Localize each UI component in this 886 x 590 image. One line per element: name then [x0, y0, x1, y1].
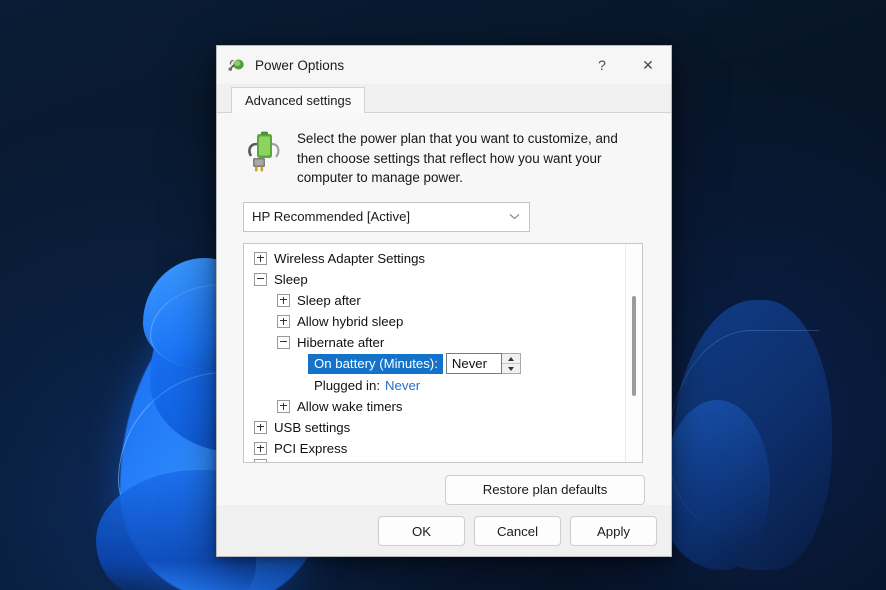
expand-icon[interactable]	[254, 458, 267, 462]
tree-scrollbar-thumb[interactable]	[632, 295, 636, 396]
stepper-down-button[interactable]	[502, 364, 520, 373]
close-icon[interactable]: ✕	[625, 46, 671, 84]
restore-row: Restore plan defaults	[231, 474, 657, 505]
tree-row-label: Processor power management	[274, 459, 454, 462]
wallpaper-ribbon-right-1	[672, 300, 832, 570]
on-battery-value-field[interactable]: Never	[445, 353, 502, 374]
advanced-settings-tree: Wireless Adapter Settings Sleep Sleep af…	[243, 242, 643, 463]
apply-button[interactable]: Apply	[570, 516, 657, 546]
arrow-up-icon	[507, 356, 514, 361]
expand-icon[interactable]	[254, 441, 267, 455]
tree-row-label: Wireless Adapter Settings	[274, 250, 425, 266]
stepper-buttons	[501, 353, 521, 374]
tree-row[interactable]: Allow wake timers	[244, 396, 625, 417]
cancel-button[interactable]: Cancel	[474, 516, 561, 546]
on-battery-stepper[interactable]: Never	[445, 353, 521, 374]
tree-row[interactable]: Wireless Adapter Settings	[244, 248, 625, 269]
plugged-in-setting-row: Plugged in: Never	[244, 375, 625, 396]
ok-button[interactable]: OK	[378, 516, 465, 546]
tab-label: Advanced settings	[245, 93, 352, 108]
restore-plan-defaults-button[interactable]: Restore plan defaults	[445, 474, 645, 505]
tree-row-label: Sleep after	[297, 292, 361, 308]
tree-row-label: Sleep	[274, 271, 308, 287]
intro-text: Select the power plan that you want to c…	[297, 131, 618, 185]
power-plan-dropdown[interactable]: HP Recommended [Active]	[243, 201, 530, 232]
tree-row-label: USB settings	[274, 419, 351, 435]
tree-row[interactable]: USB settings	[244, 417, 625, 438]
dialog-body: Select the power plan that you want to c…	[217, 113, 671, 505]
expand-icon[interactable]	[254, 251, 267, 265]
tree-scrollbar[interactable]	[625, 243, 642, 462]
arrow-down-icon	[507, 366, 514, 371]
power-options-dialog: Power Options ? ✕ Advanced settings Sele…	[216, 45, 672, 557]
tree-row-label: PCI Express	[274, 440, 348, 456]
expand-icon[interactable]	[277, 314, 290, 328]
dialog-footer: OK Cancel Apply	[217, 504, 671, 556]
intro-section: Select the power plan that you want to c…	[231, 129, 657, 188]
tree-row[interactable]: Sleep after	[244, 290, 625, 311]
power-plan-value: HP Recommended [Active]	[252, 209, 411, 224]
battery-plug-icon	[243, 131, 285, 175]
tree-row-label: Allow wake timers	[297, 398, 403, 414]
tree-row-label: Allow hybrid sleep	[297, 313, 404, 329]
tab-strip: Advanced settings	[217, 84, 671, 113]
collapse-icon[interactable]	[277, 335, 290, 349]
tree-row[interactable]: Allow hybrid sleep	[244, 311, 625, 332]
expand-icon[interactable]	[277, 293, 290, 307]
tab-advanced-settings[interactable]: Advanced settings	[231, 87, 366, 113]
title-bar: Power Options ? ✕	[217, 46, 671, 84]
tree-row[interactable]: Processor power management	[244, 458, 625, 462]
tree-row-label: Hibernate after	[297, 334, 385, 350]
expand-icon[interactable]	[277, 399, 290, 413]
window-title: Power Options	[255, 57, 345, 73]
help-button[interactable]: ?	[579, 46, 625, 84]
plugged-in-label: Plugged in:	[314, 377, 380, 393]
collapse-icon[interactable]	[254, 272, 267, 286]
tree-scroll-area: Wireless Adapter Settings Sleep Sleep af…	[244, 244, 625, 462]
wallpaper-ribbon-right-2	[660, 400, 770, 570]
on-battery-label: On battery (Minutes):	[308, 353, 443, 374]
tree-row[interactable]: PCI Express	[244, 438, 625, 459]
wallpaper-ribbon-right-edge	[668, 330, 819, 531]
title-bar-buttons: ? ✕	[579, 46, 671, 84]
plugged-in-value-link[interactable]: Never	[385, 378, 420, 393]
on-battery-setting-row: On battery (Minutes): Never	[244, 353, 625, 375]
expand-icon[interactable]	[254, 420, 267, 434]
tree-row[interactable]: Hibernate after	[244, 332, 625, 353]
chevron-down-icon	[509, 211, 520, 223]
stepper-up-button[interactable]	[501, 354, 520, 364]
power-plug-icon	[228, 56, 246, 74]
tree-row[interactable]: Sleep	[244, 269, 625, 290]
